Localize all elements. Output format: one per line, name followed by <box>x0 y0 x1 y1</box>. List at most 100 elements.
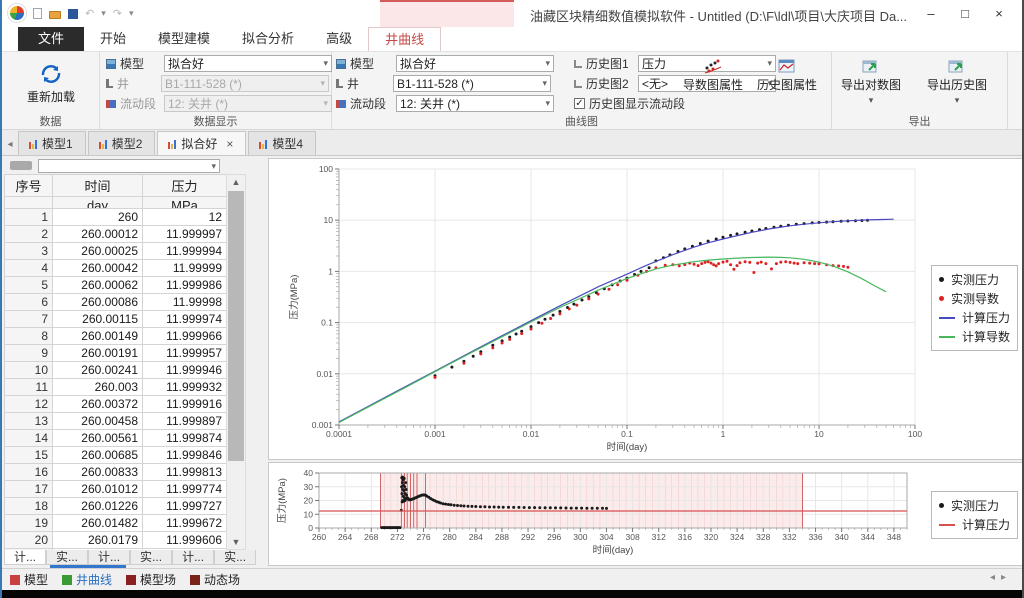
display-model-select[interactable]: 拟合好▾ <box>164 55 332 72</box>
display-well-select[interactable]: B1-111-528 (*)▾ <box>161 75 329 92</box>
close-tab-icon[interactable]: × <box>226 137 233 151</box>
doc-tab-模型2[interactable]: 模型2 <box>88 131 156 155</box>
save-icon[interactable] <box>68 9 78 19</box>
minimize-button[interactable]: – <box>914 0 948 28</box>
table-row[interactable]: 18260.0122611.999727 <box>5 498 227 515</box>
curve-model-select[interactable]: 拟合好▾ <box>396 55 554 72</box>
maximize-button[interactable]: □ <box>948 0 982 28</box>
legend-entry-实测压力: 实测压力 <box>939 270 1010 289</box>
row-index-cell: 16 <box>5 464 53 481</box>
doc-tab-拟合好[interactable]: 拟合好 × <box>157 131 246 155</box>
table-row[interactable]: 4260.0004211.99999 <box>5 260 227 277</box>
undo-dropdown-icon[interactable]: ▾ <box>101 8 106 19</box>
status-item-模型[interactable]: 模型 <box>10 571 48 588</box>
row-index-cell: 19 <box>5 515 53 532</box>
status-nav-arrows[interactable]: ◂▸ <box>990 572 1012 583</box>
table-row[interactable]: 17260.0101211.999774 <box>5 481 227 498</box>
close-button[interactable]: × <box>982 0 1016 28</box>
table-sub-tab-0[interactable]: 计... <box>4 550 46 565</box>
time-cell: 260.00086 <box>53 294 143 311</box>
table-row[interactable]: 5260.0006211.999986 <box>5 277 227 294</box>
table-row[interactable]: 16260.0083311.999813 <box>5 464 227 481</box>
qat-customize-icon[interactable]: ▾ <box>129 8 134 19</box>
table-row[interactable]: 9260.0019111.999957 <box>5 345 227 362</box>
redo-icon[interactable]: ↷ <box>113 7 122 20</box>
export-loglog-button[interactable]: 导出对数图 ▾ <box>838 56 904 108</box>
new-document-icon[interactable] <box>33 8 42 19</box>
ribbon-tab-高级[interactable]: 高级 <box>310 27 368 51</box>
ribbon-tab-文件[interactable]: 文件 <box>18 27 84 51</box>
show-flow-segments-checkbox[interactable]: ✓ <box>574 98 585 109</box>
table-vertical-scrollbar[interactable]: ▲ ▼ <box>226 174 246 550</box>
ribbon-tab-井曲线[interactable]: 井曲线 <box>368 27 441 51</box>
time-cell: 260.01226 <box>53 498 143 515</box>
table-sub-tab-1[interactable]: 实... <box>46 550 88 565</box>
table-row[interactable]: 13260.0045811.999897 <box>5 413 227 430</box>
status-item-动态场[interactable]: 动态场 <box>190 571 240 588</box>
table-row[interactable]: 2260.0001211.999997 <box>5 226 227 243</box>
model-icon <box>336 59 346 69</box>
time-cell: 260.00042 <box>53 260 143 277</box>
svg-text:288: 288 <box>495 532 509 542</box>
row-index-cell: 15 <box>5 447 53 464</box>
nav-right-icon[interactable]: ▸ <box>1001 572 1012 583</box>
column-header-index[interactable]: 序号 <box>5 175 53 197</box>
row-index-cell: 11 <box>5 379 53 396</box>
tab-scroll-left-icon[interactable]: ◂ <box>2 139 18 155</box>
pressure-cell: 11.999897 <box>143 413 227 430</box>
app-logo-icon[interactable] <box>8 4 26 22</box>
scroll-up-icon[interactable]: ▲ <box>227 177 245 187</box>
table-row[interactable]: 14260.0056111.999874 <box>5 430 227 447</box>
pressure-cell: 11.99999 <box>143 260 227 277</box>
export-history-button[interactable]: 导出历史图 ▾ <box>924 56 990 108</box>
status-item-模型场[interactable]: 模型场 <box>126 571 176 588</box>
scroll-down-icon[interactable]: ▼ <box>227 537 245 547</box>
nav-left-icon[interactable]: ◂ <box>990 572 1001 583</box>
table-row[interactable]: 3260.0002511.999994 <box>5 243 227 260</box>
scrollbar-thumb[interactable] <box>228 191 244 461</box>
doc-tab-模型4[interactable]: 模型4 <box>248 131 316 155</box>
ribbon-tab-开始[interactable]: 开始 <box>84 27 142 51</box>
table-row[interactable]: 15260.0068511.999846 <box>5 447 227 464</box>
table-row[interactable]: 126012 <box>5 209 227 226</box>
history-plot-properties-icon <box>778 58 796 74</box>
ribbon-tab-拟合分析[interactable]: 拟合分析 <box>226 27 310 51</box>
table-sub-tab-4[interactable]: 计... <box>172 550 214 565</box>
column-header-time[interactable]: 时间 <box>53 175 143 197</box>
table-row[interactable]: 7260.0011511.999974 <box>5 311 227 328</box>
time-cell: 260.00025 <box>53 243 143 260</box>
ribbon-tab-模型建模[interactable]: 模型建模 <box>142 27 226 51</box>
column-header-pressure[interactable]: 压力 <box>143 175 227 197</box>
reload-button[interactable]: 重新加载 <box>12 55 90 111</box>
curve-flow-segment-select[interactable]: 12: 关井 (*)▾ <box>396 95 554 112</box>
time-cell: 260.0179 <box>53 532 143 549</box>
table-row[interactable]: 8260.0014911.999966 <box>5 328 227 345</box>
open-file-icon[interactable] <box>49 11 61 19</box>
display-flow-segment-select[interactable]: 12: 关井 (*)▾ <box>164 95 332 112</box>
doc-tab-label: 拟合好 <box>181 135 217 152</box>
table-toolbar-button[interactable] <box>10 161 32 170</box>
table-sub-tab-3[interactable]: 实... <box>130 550 172 565</box>
table-filter-select[interactable]: ▾ <box>38 159 220 173</box>
history-chart[interactable]: 2602642682722762802842882922963003043083… <box>269 463 1023 565</box>
table-row[interactable]: 11260.00311.999932 <box>5 379 227 396</box>
table-row[interactable]: 6260.0008611.99998 <box>5 294 227 311</box>
time-cell: 260.00833 <box>53 464 143 481</box>
table-row[interactable]: 10260.0024111.999946 <box>5 362 227 379</box>
svg-text:压力(MPa): 压力(MPa) <box>276 478 288 523</box>
table-row[interactable]: 20260.017911.999606 <box>5 532 227 549</box>
table-row[interactable]: 12260.0037211.999916 <box>5 396 227 413</box>
status-bar: 模型井曲线模型场动态场 <box>2 568 1022 590</box>
history-plot-properties-button[interactable]: 历史图属性 <box>754 56 820 95</box>
table-sub-tab-5[interactable]: 实... <box>214 550 256 565</box>
undo-icon[interactable]: ↶ <box>85 7 94 20</box>
doc-tab-label: 模型2 <box>112 135 143 152</box>
curve-well-select[interactable]: B1-111-528 (*)▾ <box>393 75 551 92</box>
chevron-down-icon: ▾ <box>323 98 328 109</box>
loglog-chart[interactable]: 0.00010.0010.010.11101000.0010.010.11101… <box>269 159 1023 459</box>
table-row[interactable]: 19260.0148211.999672 <box>5 515 227 532</box>
status-item-井曲线[interactable]: 井曲线 <box>62 571 112 588</box>
derivative-plot-properties-button[interactable]: 导数图属性 <box>680 56 746 95</box>
doc-tab-模型1[interactable]: 模型1 <box>18 131 86 155</box>
table-sub-tab-2[interactable]: 计... <box>88 550 130 565</box>
